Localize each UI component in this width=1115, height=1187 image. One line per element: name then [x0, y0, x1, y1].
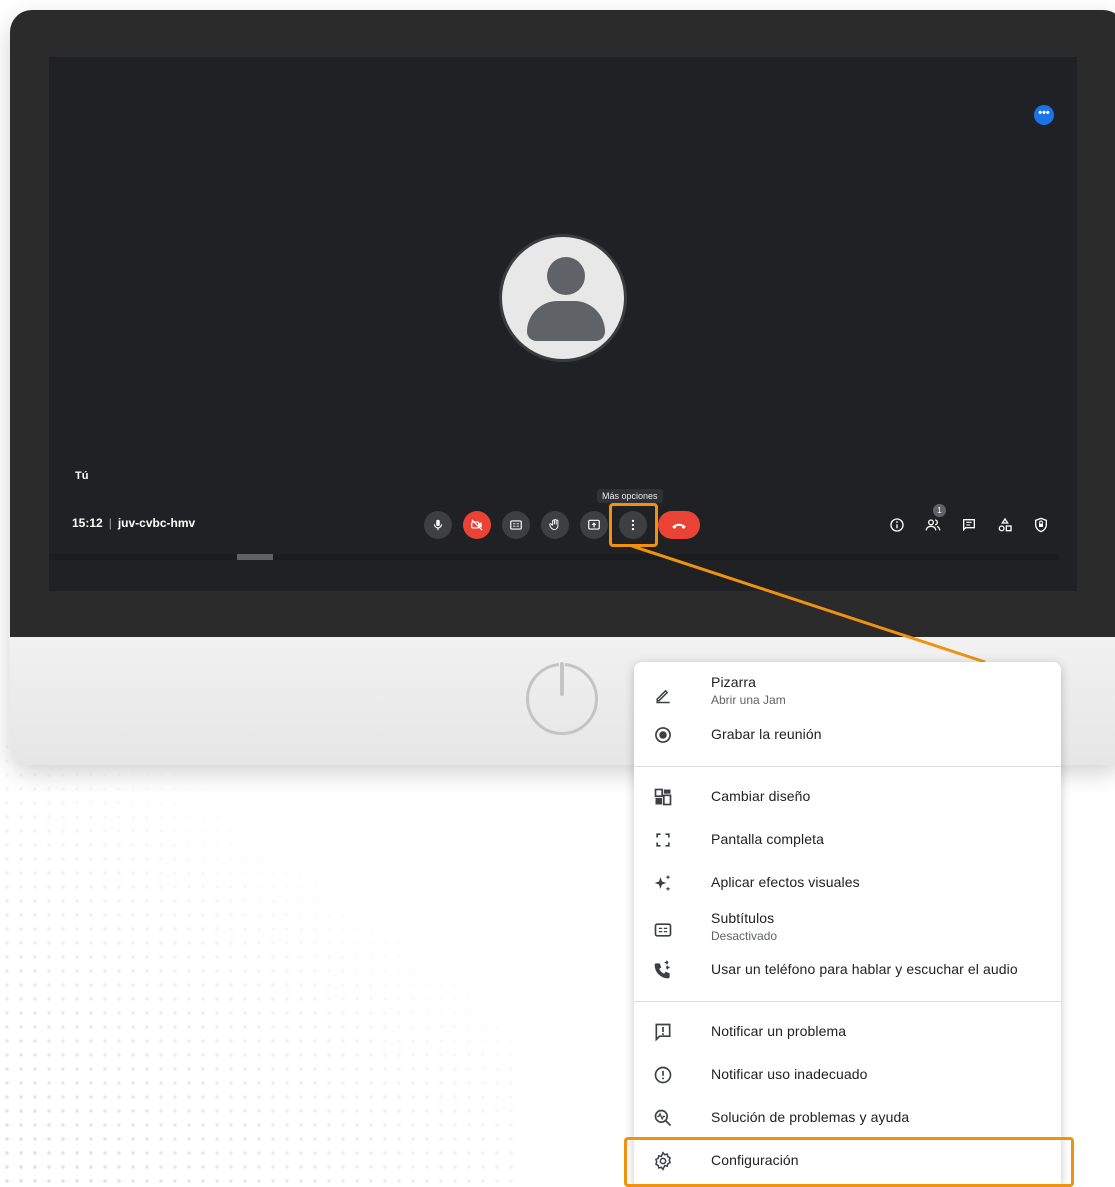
avatar-head	[547, 257, 585, 295]
mic-icon	[433, 519, 443, 531]
feedback-icon	[652, 1021, 674, 1043]
menu-item-label: Notificar un problema	[711, 1023, 847, 1039]
dotted-pattern-decoration	[0, 740, 520, 1187]
meeting-info-button[interactable]	[888, 516, 906, 534]
participants-count-badge: 1	[933, 504, 946, 517]
captions-button[interactable]	[502, 511, 530, 539]
meeting-info: 15:12 | juv-cvbc-hmv	[72, 516, 195, 530]
menu-item-settings[interactable]: Configuración	[634, 1145, 1061, 1177]
menu-item-report-abuse[interactable]: Notificar uso inadecuado	[634, 1062, 1061, 1088]
raise-hand-button[interactable]	[541, 511, 569, 539]
pencil-icon	[652, 684, 674, 706]
filmstrip	[49, 554, 1059, 560]
meeting-time: 15:12	[72, 516, 103, 530]
mic-button[interactable]	[424, 511, 452, 539]
menu-item-label: Solución de problemas y ayuda	[711, 1109, 910, 1125]
info-icon	[890, 518, 904, 532]
menu-item-sublabel: Abrir una Jam	[711, 693, 786, 707]
menu-item-label: Subtítulos	[711, 910, 775, 926]
meeting-code: juv-cvbc-hmv	[117, 516, 196, 530]
menu-divider	[634, 766, 1061, 767]
more-options-button[interactable]	[619, 511, 647, 539]
menu-item-label: Cambiar diseño	[711, 788, 811, 804]
avatar-body	[527, 301, 605, 341]
leave-call-button[interactable]	[658, 511, 700, 539]
more-badge[interactable]: •••	[1034, 105, 1054, 125]
host-controls-button[interactable]	[1032, 516, 1050, 534]
power-icon	[526, 660, 598, 735]
phone-forward-icon	[652, 959, 674, 981]
present-icon	[588, 519, 600, 530]
activities-icon	[998, 517, 1012, 532]
menu-item-label: Pizarra	[711, 674, 757, 690]
present-button[interactable]	[580, 511, 608, 539]
menu-item-label: Pantalla completa	[711, 831, 824, 847]
menu-item-visual-effects[interactable]: Aplicar efectos visuales	[634, 870, 1061, 896]
report-icon	[652, 1064, 674, 1086]
chat-icon	[963, 519, 975, 532]
hand-icon	[549, 518, 559, 531]
troubleshoot-icon	[652, 1107, 674, 1129]
menu-item-sublabel: Desactivado	[711, 929, 778, 943]
monitor-bezel: ••• Tú 15:12 | juv-cvbc-hmv Más opciones	[10, 10, 1115, 637]
layout-icon	[652, 786, 674, 808]
more-options-tooltip: Más opciones	[597, 489, 663, 503]
filmstrip-thumb	[237, 554, 273, 560]
cc-icon	[652, 919, 674, 941]
cc-icon	[510, 520, 522, 530]
host-controls-icon	[1035, 517, 1047, 533]
monitor-frame: ••• Tú 15:12 | juv-cvbc-hmv Más opciones	[10, 10, 1115, 765]
camera-off-button[interactable]	[463, 511, 491, 539]
menu-item-captions[interactable]: Subtítulos Desactivado	[634, 908, 1061, 952]
menu-item-label: Configuración	[711, 1152, 799, 1168]
self-name-label: Tú	[75, 470, 89, 482]
menu-item-fullscreen[interactable]: Pantalla completa	[634, 827, 1061, 853]
activities-button[interactable]	[996, 516, 1014, 534]
record-icon	[652, 724, 674, 746]
call-end-icon	[672, 523, 686, 529]
menu-item-label: Notificar uso inadecuado	[711, 1066, 868, 1082]
videocam-off-icon	[471, 519, 483, 531]
people-button[interactable]	[924, 516, 942, 534]
menu-item-record[interactable]: Grabar la reunión	[634, 722, 1061, 748]
more-options-menu: Pizarra Abrir una Jam Grabar la reunión …	[634, 662, 1061, 1187]
meeting-screen: ••• Tú 15:12 | juv-cvbc-hmv Más opciones	[49, 57, 1077, 591]
menu-item-troubleshooting[interactable]: Solución de problemas y ayuda	[634, 1105, 1061, 1131]
settings-icon	[652, 1150, 674, 1172]
chat-button[interactable]	[960, 516, 978, 534]
sparkle-icon	[652, 872, 674, 894]
menu-item-label: Usar un teléfono para hablar y escuchar …	[711, 961, 1018, 977]
fullscreen-icon	[652, 829, 674, 851]
meeting-separator: |	[108, 516, 112, 530]
menu-item-label: Aplicar efectos visuales	[711, 874, 860, 890]
menu-item-change-layout[interactable]: Cambiar diseño	[634, 784, 1061, 810]
more-vert-icon	[631, 519, 635, 531]
page: ••• Tú 15:12 | juv-cvbc-hmv Más opciones	[0, 0, 1115, 1187]
menu-divider	[634, 1001, 1061, 1002]
people-icon	[925, 519, 941, 531]
menu-item-report-problem[interactable]: Notificar un problema	[634, 1019, 1061, 1045]
menu-item-whiteboard[interactable]: Pizarra Abrir una Jam	[634, 672, 1061, 718]
participant-avatar	[499, 234, 627, 362]
menu-item-label: Grabar la reunión	[711, 726, 822, 742]
menu-item-use-phone[interactable]: Usar un teléfono para hablar y escuchar …	[634, 957, 1061, 983]
